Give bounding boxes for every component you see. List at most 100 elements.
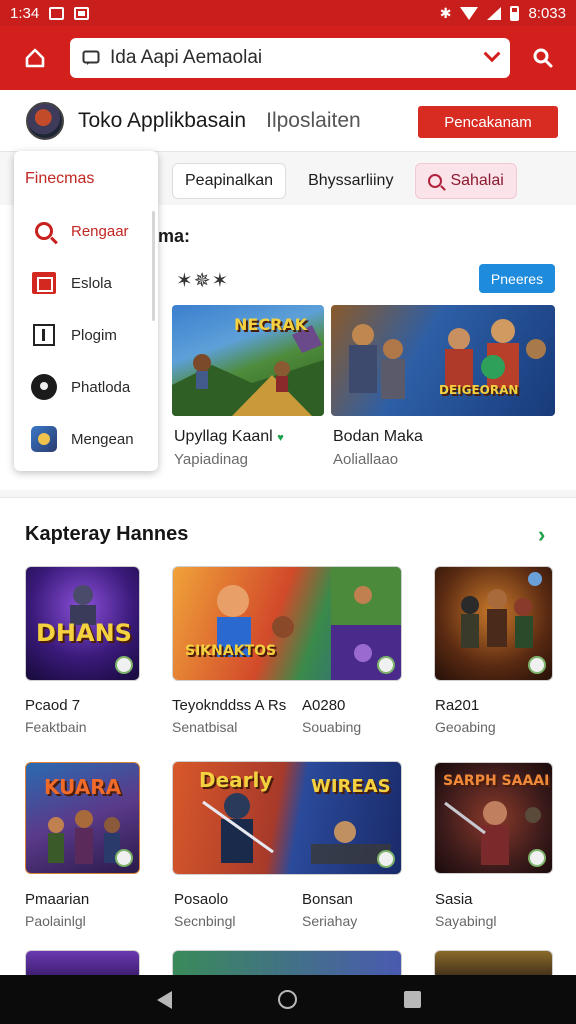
tile-art-title: SARPH SAAAI: [443, 773, 550, 789]
drawer-item-media[interactable]: Phatloda: [14, 367, 152, 407]
more-button[interactable]: Pneeres: [479, 264, 555, 293]
tile-name: Bonsan: [302, 891, 353, 908]
tile-name: Posaolo: [174, 891, 229, 908]
game-tile[interactable]: KUARA: [25, 762, 140, 874]
tile-name: Pmaarian: [25, 891, 90, 908]
status-time: 1:34: [10, 4, 40, 22]
card-art-title: DEIGEORAN: [439, 383, 519, 397]
tile-name: Teyoknddss A Rs: [172, 697, 287, 714]
cta-button[interactable]: Pencakanam: [418, 106, 558, 138]
status-bar: 1:34 ✱ 8:033: [0, 0, 576, 26]
drawer-item-label: Plogim: [71, 326, 117, 344]
verified-badge-icon: [377, 656, 395, 674]
back-icon[interactable]: [157, 991, 172, 1009]
tab-bar: Peapinalkan Bhyssarliiny Sahalai: [172, 162, 576, 200]
game-tile[interactable]: Dearly WIREAS: [172, 761, 402, 875]
verified-badge-icon: [377, 850, 395, 868]
screen: 1:34 ✱ 8:033 Ida Aapi Aemaolai Toko Appl…: [0, 0, 576, 1024]
search-button[interactable]: [510, 26, 576, 90]
gallery-icon: [49, 6, 65, 20]
tile-subtitle: Senatbisal: [172, 719, 238, 735]
tile-art-title: WIREAS: [311, 776, 391, 797]
card-title: Upyllag Kaanl ♥: [174, 428, 284, 445]
card-subtitle: Yapiadinag: [174, 451, 248, 468]
tab-recommended[interactable]: Peapinalkan: [172, 163, 287, 199]
drawer-item-label: Eslola: [71, 274, 112, 292]
verified-badge-icon: [528, 849, 546, 867]
card-title: Bodan Maka: [333, 428, 423, 445]
game-art: [349, 319, 546, 399]
tile-art-title: SIKNAKTOS: [185, 643, 277, 659]
tile-art-title: DHANS: [36, 619, 132, 647]
rating-stars: ✶✵✶: [176, 270, 230, 292]
drawer-title: Finecmas: [25, 170, 95, 187]
section-title: Kapteray Hannes: [25, 523, 189, 545]
category-drawer: Finecmas Rengaar Eslola Plogim Phatloda …: [14, 151, 158, 471]
tile-subtitle: Souabing: [302, 719, 362, 735]
card-art-title: NECRAK: [234, 315, 308, 334]
store-title: Toko Applikbasain: [78, 108, 247, 132]
home-circle-icon[interactable]: [278, 990, 297, 1009]
tile-subtitle: Sayabingl: [435, 913, 497, 929]
tile-name: Sasia: [435, 891, 473, 908]
tile-art-title: KUARA: [44, 775, 122, 799]
tab-search-label: Sahalai: [450, 172, 504, 189]
chevron-down-icon[interactable]: [483, 45, 501, 63]
chat-icon: [82, 50, 100, 65]
recents-icon[interactable]: [404, 991, 421, 1008]
tile-art-title: Dearly: [199, 768, 273, 792]
tile-subtitle: Seriahay: [302, 913, 358, 929]
verified-icon: ♥: [277, 432, 284, 444]
store-header: Toko Applikbasain Ilposlaiten Pencakanam: [0, 90, 576, 152]
tab-top[interactable]: Bhyssarliiny: [296, 163, 405, 199]
system-nav-bar: [0, 975, 576, 1024]
box-icon: [33, 324, 55, 346]
verified-badge-icon: [115, 656, 133, 674]
battery-text: 8:033: [528, 4, 566, 22]
drawer-item-games[interactable]: Mengean: [14, 419, 152, 459]
wifi-icon: [460, 6, 479, 20]
signal-icon: [487, 6, 502, 20]
tile-subtitle: Geoabing: [435, 719, 496, 735]
featured-card-2[interactable]: DEIGEORAN: [331, 305, 555, 416]
search-icon: [533, 48, 553, 68]
tile-name: Pcaod 7: [25, 697, 81, 714]
store-subtitle: Ilposlaiten: [266, 108, 361, 132]
photo-icon: [32, 272, 56, 294]
home-button[interactable]: [0, 26, 70, 90]
game-tile[interactable]: SARPH SAAAI: [434, 762, 553, 874]
verified-badge-icon: [528, 656, 546, 674]
game-art: [217, 567, 401, 680]
tab-search[interactable]: Sahalai: [415, 163, 517, 199]
drawer-item-label: Mengean: [71, 430, 134, 448]
drawer-item-search[interactable]: Rengaar: [14, 211, 152, 251]
search-icon: [428, 174, 443, 188]
drawer-item-plugin[interactable]: Plogim: [14, 315, 152, 355]
game-icon: [31, 426, 57, 452]
tile-subtitle: Secnbingl: [174, 913, 236, 929]
tile-name: A0280: [302, 697, 346, 714]
avatar[interactable]: [26, 101, 64, 140]
drawer-item-label: Rengaar: [71, 222, 129, 240]
featured-card-1[interactable]: NECRAK: [172, 305, 324, 416]
alarm-icon: ✱: [439, 4, 452, 21]
game-tile[interactable]: DHANS: [25, 566, 140, 681]
card-subtitle: Aoliallaao: [333, 451, 399, 468]
search-input[interactable]: Ida Aapi Aemaolai: [70, 38, 510, 78]
home-icon: [25, 48, 45, 68]
battery-icon: [510, 5, 520, 21]
tile-name: Ra201: [435, 697, 480, 714]
dark-badge-icon: [31, 374, 57, 400]
notification-icon: [74, 6, 90, 20]
game-tile[interactable]: [434, 566, 553, 681]
arrow-right-icon[interactable]: ›: [538, 522, 545, 548]
verified-badge-icon: [115, 849, 133, 867]
app-bar: Ida Aapi Aemaolai: [0, 26, 576, 90]
drawer-item-photos[interactable]: Eslola: [14, 263, 152, 303]
drawer-item-label: Phatloda: [71, 378, 131, 396]
drawer-scrollbar[interactable]: [152, 211, 155, 321]
search-icon: [35, 222, 53, 240]
tile-subtitle: Paolainlgl: [25, 913, 86, 929]
game-tile[interactable]: SIKNAKTOS: [172, 566, 402, 681]
section-title: ma:: [158, 226, 191, 246]
